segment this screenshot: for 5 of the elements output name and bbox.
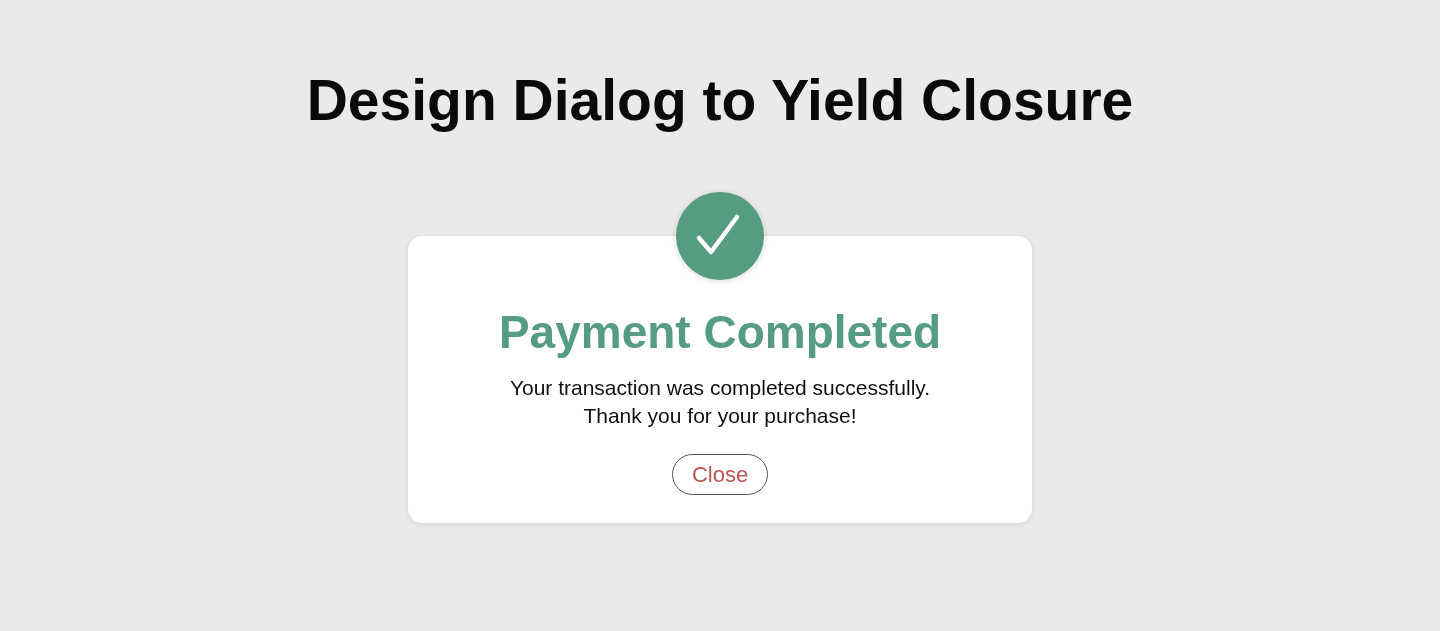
close-button[interactable]: Close [671,454,769,495]
dialog-message: Your transaction was completed successfully. [509,375,931,401]
page-title: Design Dialog to Yield Closure [306,67,1134,134]
dialog-title: Payment Completed [498,305,942,360]
dialog-message: Thank you for your purchase! [583,403,857,429]
